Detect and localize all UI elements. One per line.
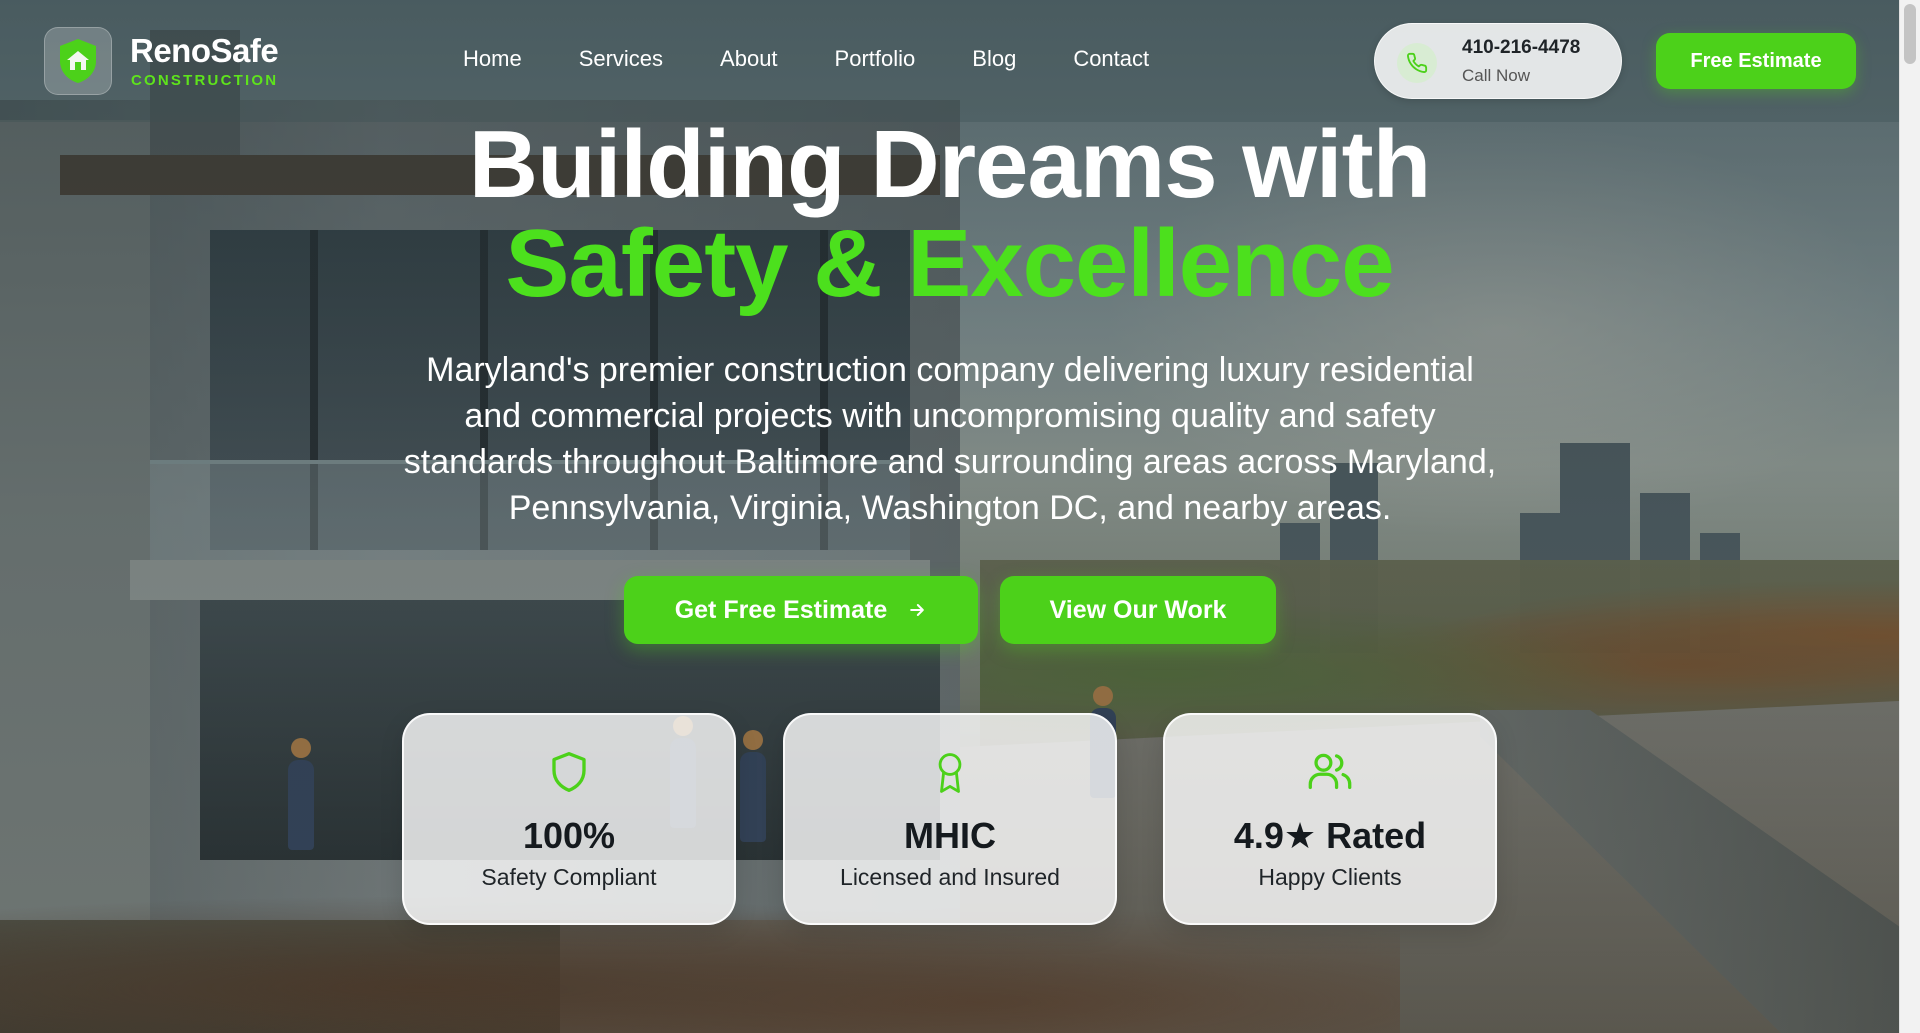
stat-card-safety: 100% Safety Compliant (402, 713, 736, 925)
stat-label: Happy Clients (1258, 864, 1402, 890)
nav-home[interactable]: Home (463, 46, 522, 72)
stat-value: 100% (522, 815, 616, 856)
hero-title-line2: Safety & Excellence (505, 210, 1394, 317)
shield-icon (404, 750, 734, 798)
award-icon (785, 750, 1115, 798)
nav-portfolio[interactable]: Portfolio (835, 46, 916, 72)
call-now-label: Call Now (1462, 66, 1531, 85)
hero-description: Maryland's premier construction company … (403, 351, 1497, 527)
get-free-estimate-label: Get Free Estimate (674, 595, 888, 624)
brand-name[interactable]: RenoSafe (130, 32, 279, 70)
stat-label: Licensed and Insured (840, 864, 1060, 890)
shield-house-icon (60, 39, 96, 83)
nav-blog[interactable]: Blog (972, 46, 1016, 72)
view-our-work-button[interactable]: View Our Work (1000, 576, 1276, 644)
stat-value: MHIC (904, 815, 996, 856)
main-nav: Home Services About Portfolio Blog Conta… (463, 46, 1206, 72)
users-icon (1165, 750, 1495, 798)
stat-value: 4.9★ Rated (1233, 815, 1427, 856)
phone-number: 410-216-4478 (1462, 37, 1581, 58)
page-scrollbar[interactable] (1899, 0, 1920, 1033)
stat-card-license: MHIC Licensed and Insured (783, 713, 1117, 925)
free-estimate-button[interactable]: Free Estimate (1656, 33, 1856, 89)
stat-card-rating: 4.9★ Rated Happy Clients (1163, 713, 1497, 925)
logo[interactable] (44, 27, 112, 95)
scrollbar-thumb[interactable] (1904, 4, 1916, 64)
arrow-right-icon (910, 604, 925, 616)
stat-label: Safety Compliant (481, 864, 657, 890)
hero-title-line1: Building Dreams with (468, 111, 1431, 218)
brand-tagline: CONSTRUCTION (131, 72, 279, 89)
site-header: RenoSafe CONSTRUCTION Home Services Abou… (0, 0, 1899, 122)
nav-services[interactable]: Services (579, 46, 663, 72)
nav-about[interactable]: About (720, 46, 778, 72)
nav-contact[interactable]: Contact (1073, 46, 1149, 72)
call-now-button[interactable]: 410-216-4478 Call Now (1374, 23, 1622, 99)
phone-icon (1397, 43, 1437, 83)
get-free-estimate-button[interactable]: Get Free Estimate (624, 576, 978, 644)
